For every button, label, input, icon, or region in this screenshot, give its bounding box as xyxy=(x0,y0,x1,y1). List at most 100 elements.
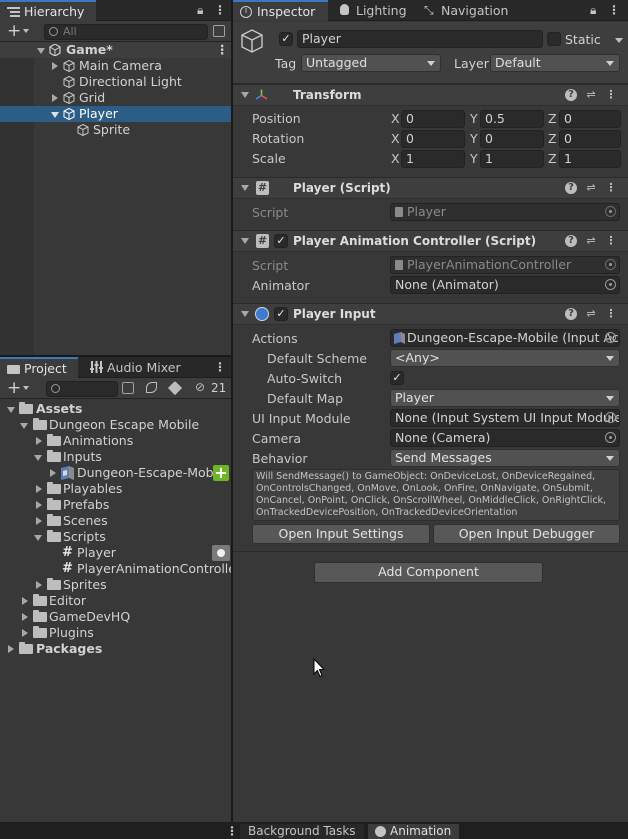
object-picker-icon[interactable] xyxy=(605,279,616,290)
scale-y-input[interactable]: 1 xyxy=(480,150,544,168)
expand-arrow-icon[interactable] xyxy=(22,597,28,605)
presets-icon[interactable]: ⇌ xyxy=(585,235,597,247)
project-item-editor[interactable]: Editor xyxy=(0,593,231,609)
project-item-gamedevhq[interactable]: GameDevHQ xyxy=(0,609,231,625)
object-name-input[interactable]: Player xyxy=(297,30,543,48)
component-enabled-checkbox[interactable]: ✓ xyxy=(274,234,288,248)
player-script-header[interactable]: # Player (Script) ? ⇌ ⋮ xyxy=(233,177,628,199)
add-dropdown-icon[interactable] xyxy=(23,386,29,390)
add-component-button[interactable]: Add Component xyxy=(314,562,543,583)
expand-arrow-icon[interactable] xyxy=(34,535,42,541)
add-dropdown-icon[interactable] xyxy=(23,29,29,33)
lock-icon[interactable]: 🔒︎ xyxy=(590,3,596,18)
scale-z-input[interactable]: 1 xyxy=(559,150,621,168)
actions-field[interactable]: Dungeon-Escape-Mobile (Input Ac xyxy=(390,329,620,347)
collapse-arrow-icon[interactable] xyxy=(241,92,249,98)
player-input-header[interactable]: ✓ Player Input ? ⇌ ⋮ xyxy=(233,303,628,325)
component-more-icon[interactable]: ⋮ xyxy=(605,308,617,320)
tab-background-tasks[interactable]: Background Tasks xyxy=(240,824,364,839)
more-icon[interactable]: ⋮ xyxy=(214,3,226,17)
scene-row[interactable]: Game* ⋮ xyxy=(0,42,231,58)
hierarchy-search-input[interactable]: All xyxy=(44,24,208,40)
hierarchy-item-player[interactable]: Player xyxy=(0,106,231,122)
help-icon[interactable]: ? xyxy=(565,89,577,101)
layer-dropdown[interactable]: Default xyxy=(490,54,620,72)
component-more-icon[interactable]: ⋮ xyxy=(605,182,617,194)
object-picker-icon[interactable] xyxy=(605,412,616,423)
open-input-debugger-button[interactable]: Open Input Debugger xyxy=(433,524,620,544)
help-icon[interactable]: ? xyxy=(565,235,577,247)
static-dropdown-icon[interactable] xyxy=(615,38,623,43)
lock-icon[interactable]: 🔒︎ xyxy=(197,3,203,18)
position-z-input[interactable]: 0 xyxy=(559,110,621,128)
more-icon[interactable]: ⋮ xyxy=(226,824,238,838)
hierarchy-item-sprite[interactable]: Sprite xyxy=(0,122,231,138)
expand-arrow-icon[interactable] xyxy=(36,581,42,589)
expand-arrow-icon[interactable] xyxy=(51,112,59,118)
default-map-dropdown[interactable]: Player xyxy=(390,389,620,407)
project-item-packages[interactable]: Packages xyxy=(0,641,231,657)
expand-arrow-icon[interactable] xyxy=(20,423,28,429)
open-input-settings-button[interactable]: Open Input Settings xyxy=(252,524,430,544)
expand-arrow-icon[interactable] xyxy=(36,517,42,525)
anim-controller-header[interactable]: # ✓ Player Animation Controller (Script)… xyxy=(233,230,628,252)
presets-icon[interactable]: ⇌ xyxy=(585,89,597,101)
transform-header[interactable]: Transform ? ⇌ ⋮ xyxy=(233,84,628,106)
tab-hierarchy[interactable]: Hierarchy xyxy=(0,0,96,21)
horizontal-splitter[interactable] xyxy=(0,355,231,357)
vertical-splitter[interactable] xyxy=(231,0,233,822)
behavior-dropdown[interactable]: Send Messages xyxy=(390,449,620,467)
expand-arrow-icon[interactable] xyxy=(50,469,56,477)
expand-arrow-icon[interactable] xyxy=(22,613,28,621)
component-more-icon[interactable]: ⋮ xyxy=(605,89,617,101)
tab-animation[interactable]: Animation xyxy=(368,824,460,839)
project-item-input-actions-asset[interactable]: Dungeon-Escape-Mobile + xyxy=(0,465,231,481)
tab-navigation[interactable]: ⤡ Navigation xyxy=(417,0,508,21)
scale-x-input[interactable]: 1 xyxy=(401,150,465,168)
default-scheme-dropdown[interactable]: <Any> xyxy=(390,349,620,367)
expand-arrow-icon[interactable] xyxy=(36,501,42,509)
expand-arrow-icon[interactable] xyxy=(52,94,58,102)
ui-input-module-field[interactable]: None (Input System UI Input Module) xyxy=(390,409,620,427)
project-item-player-script[interactable]: # Player xyxy=(0,545,231,561)
drag-handle-icon[interactable] xyxy=(212,545,230,561)
add-plus-icon[interactable]: + xyxy=(213,465,229,481)
hierarchy-item-grid[interactable]: Grid xyxy=(0,90,231,106)
animator-field[interactable]: None (Animator) xyxy=(390,276,620,294)
expand-arrow-icon[interactable] xyxy=(36,437,42,445)
project-item-scripts[interactable]: Scripts xyxy=(0,529,231,545)
project-item-assets[interactable]: Assets xyxy=(0,401,231,417)
project-item-dungeon-escape-mobile[interactable]: Dungeon Escape Mobile xyxy=(0,417,231,433)
filter-by-type-icon[interactable] xyxy=(146,382,157,393)
presets-icon[interactable]: ⇌ xyxy=(585,308,597,320)
auto-switch-checkbox[interactable]: ✓ xyxy=(390,371,404,385)
expand-arrow-icon[interactable] xyxy=(7,407,15,413)
project-item-player-animation-controller-script[interactable]: # PlayerAnimationController xyxy=(0,561,241,577)
collapse-arrow-icon[interactable] xyxy=(241,185,249,191)
collapse-arrow-icon[interactable] xyxy=(241,311,249,317)
presets-icon[interactable]: ⇌ xyxy=(585,182,597,194)
position-y-input[interactable]: 0.5 xyxy=(480,110,544,128)
component-more-icon[interactable]: ⋮ xyxy=(605,235,617,247)
project-item-scenes[interactable]: Scenes xyxy=(0,513,231,529)
project-item-playables[interactable]: Playables xyxy=(0,481,231,497)
project-item-inputs[interactable]: Inputs xyxy=(0,449,231,465)
tab-project[interactable]: Project xyxy=(0,357,78,378)
help-icon[interactable]: ? xyxy=(565,182,577,194)
expand-arrow-icon[interactable] xyxy=(37,48,45,54)
tag-dropdown[interactable]: Untagged xyxy=(301,54,441,72)
project-item-prefabs[interactable]: Prefabs xyxy=(0,497,231,513)
expand-arrow-icon[interactable] xyxy=(52,62,58,70)
filter-by-label-icon[interactable] xyxy=(167,380,183,396)
position-x-input[interactable]: 0 xyxy=(401,110,465,128)
object-picker-icon[interactable] xyxy=(605,432,616,443)
add-button[interactable]: + xyxy=(7,378,21,398)
project-item-sprites[interactable]: Sprites xyxy=(0,577,231,593)
scene-more-icon[interactable]: ⋮ xyxy=(216,42,229,58)
hierarchy-item-directional-light[interactable]: Directional Light xyxy=(0,74,231,90)
search-filter-icon[interactable] xyxy=(213,25,225,37)
hierarchy-item-main-camera[interactable]: Main Camera xyxy=(0,58,231,74)
tab-lighting[interactable]: Lighting xyxy=(332,0,407,21)
expand-arrow-icon[interactable] xyxy=(22,629,28,637)
expand-arrow-icon[interactable] xyxy=(34,455,42,461)
